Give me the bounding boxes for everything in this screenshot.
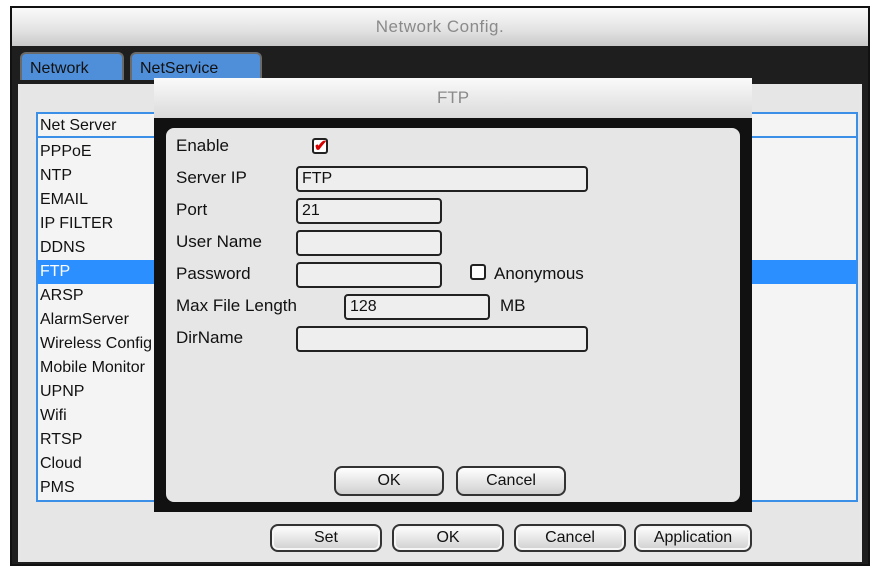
dirname-field[interactable]	[296, 326, 588, 352]
server-ip-label: Server IP	[176, 168, 247, 187]
cancel-button[interactable]: Cancel	[514, 524, 626, 552]
anonymous-checkbox[interactable]	[470, 264, 486, 280]
enable-label: Enable	[176, 136, 229, 155]
dialog-ok-button[interactable]: OK	[334, 466, 444, 496]
password-field[interactable]	[296, 262, 442, 288]
checkmark-icon: ✔	[314, 138, 328, 155]
dialog-title: FTP	[154, 78, 752, 118]
max-file-length-label: Max File Length	[176, 296, 297, 315]
password-label: Password	[176, 264, 251, 283]
ok-button[interactable]: OK	[392, 524, 504, 552]
dirname-label: DirName	[176, 328, 244, 347]
window-title: Network Config.	[12, 8, 868, 46]
port-label: Port	[176, 200, 208, 219]
max-file-length-unit: MB	[500, 296, 526, 315]
set-button[interactable]: Set	[270, 524, 382, 552]
user-name-label: User Name	[176, 232, 262, 251]
dialog-cancel-button[interactable]: Cancel	[456, 466, 566, 496]
application-button[interactable]: Application	[634, 524, 752, 552]
enable-checkbox[interactable]: ✔	[312, 138, 328, 155]
dialog-body: Enable ✔ Server IP FTP Port 21 User Name…	[164, 126, 742, 504]
anonymous-label: Anonymous	[494, 264, 584, 283]
user-name-field[interactable]	[296, 230, 442, 256]
tab-netservice[interactable]: NetService	[130, 52, 262, 80]
network-config-window: Network Config. Network NetService Net S…	[10, 6, 870, 566]
tab-network[interactable]: Network	[20, 52, 124, 80]
server-ip-field[interactable]: FTP	[296, 166, 588, 192]
port-field[interactable]: 21	[296, 198, 442, 224]
ftp-dialog: FTP Enable ✔ Server IP FTP Port 21 User …	[154, 78, 752, 512]
max-file-length-field[interactable]: 128	[344, 294, 490, 320]
